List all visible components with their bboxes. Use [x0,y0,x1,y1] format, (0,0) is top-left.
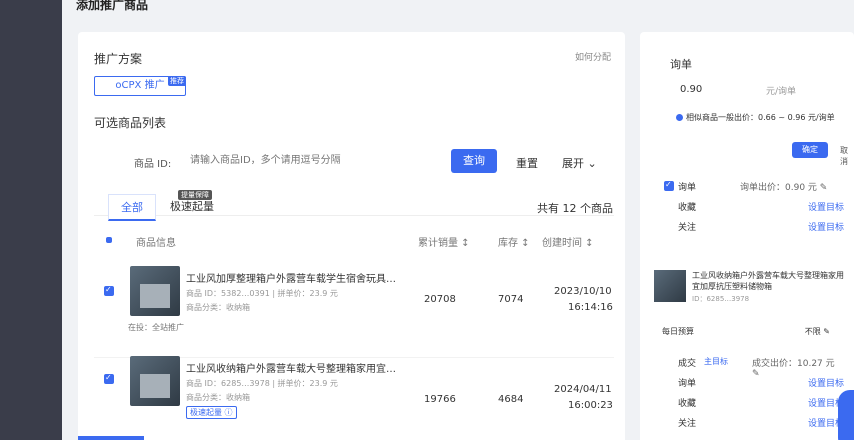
product-name: 工业风收纳箱户外露营车载大号整理箱家用宜加厚抗压塑料储物箱 [692,271,844,291]
col-created[interactable]: 创建时间 ↕ [542,234,594,249]
confirm-button[interactable]: 确定 [792,142,828,158]
goal-label: 成交 [678,359,697,369]
product-id-input[interactable] [190,150,400,170]
goal-row: 收藏 设置目标 [664,200,844,214]
goal-row: 询单 询单出价：0.90 元 ✎ [664,180,844,194]
select-all-checkbox[interactable] [106,237,112,243]
main-panel: 推广方案 如何分配 oCPX 推广 推荐 可选商品列表 商品 ID: 查询 重置… [78,32,625,440]
table-row: 工业风收纳箱户外露营车载大号整理箱家用宜… 商品 ID：6285…3978 | … [94,352,614,440]
bid-popover-title: 询单 [670,58,692,71]
promo-title: 推广方案 [94,52,143,66]
table-header: 商品信息 累计销量 ↕ 库存 ↕ 创建时间 ↕ [94,230,614,250]
goal-label: 询单 [678,183,697,193]
right-panel: 询单 0.90 元/询单 相似商品一般出价：0.66 ~ 0.96 元/询单 确… [640,32,854,440]
total-count: 共有 12 个商品 [537,202,613,215]
tab-all[interactable]: 全部 [108,194,156,221]
product-category: 商品分类：收纳箱 [186,393,250,402]
time-cell: 16:14:16 [568,302,613,313]
goal-label: 关注 [678,223,697,233]
list-title: 可选商品列表 [94,116,167,130]
set-goal-link[interactable]: 设置目标 [808,220,844,233]
query-button[interactable]: 查询 [451,149,497,173]
fast-tag: 提量保障 [178,190,212,200]
product-id: ID：6285…3978 [692,295,750,303]
ocpx-label: oCPX 推广 [115,80,165,91]
goal-row: 收藏 设置目标 [664,396,844,410]
bid-unit: 元/询单 [766,87,797,97]
goal-label: 收藏 [678,203,697,213]
product-name[interactable]: 工业风收纳箱户外露营车载大号整理箱家用宜… [186,360,396,375]
ocpx-option[interactable]: oCPX 推广 推荐 [94,76,186,96]
left-nav [0,0,62,440]
product-thumbnail [654,270,686,302]
date-cell: 2023/10/10 [554,286,612,297]
product-thumbnail [130,356,180,406]
stock-cell: 7074 [498,294,524,305]
col-sales[interactable]: 累计销量 ↕ [418,234,470,249]
set-goal-link[interactable]: 设置目标 [808,376,844,389]
goal-row: 关注 设置目标 [664,220,844,234]
tab-bar: 全部 极速起量 [94,194,614,221]
product-name[interactable]: 工业风加厚整理箱户外露营车载学生宿舍玩具… [186,270,396,285]
product-thumbnail [130,266,180,316]
goal-row: 询单 设置目标 [664,376,844,390]
budget-label: 每日预算 [662,327,694,336]
stock-cell: 4684 [498,394,524,405]
fast-badge: 极速起量 ⓘ [186,406,237,419]
bid-input[interactable]: 0.90 [680,84,702,95]
row-checkbox[interactable] [104,373,114,384]
goal-label: 收藏 [678,399,697,409]
top-bar: 添加推广商品 [62,0,854,14]
goal-label: 关注 [678,419,697,429]
product-category: 商品分类：收纳箱 [186,303,250,312]
date-cell: 2024/04/11 [554,384,612,395]
main-goal-tag: 主目标 [704,357,728,366]
search-label: 商品 ID: [134,159,172,170]
goal-row: 关注 设置目标 [664,416,844,430]
float-help-button[interactable] [838,390,854,440]
table-row: 工业风加厚整理箱户外露营车载学生宿舍玩具… 商品 ID：5382…0391 | … [94,258,614,358]
bottom-action-button[interactable] [78,436,144,440]
sales-cell: 19766 [424,394,456,405]
set-goal-link[interactable]: 设置目标 [808,200,844,213]
budget-value[interactable]: 不限 ✎ [805,326,830,337]
help-link[interactable]: 如何分配 [575,50,611,63]
page-title: 添加推广商品 [76,0,149,12]
bid-hint: 相似商品一般出价：0.66 ~ 0.96 元/询单 [676,112,835,123]
goal-label: 询单 [678,379,697,389]
product-meta: 商品 ID：6285…3978 | 拼单价：23.9 元 [186,379,338,388]
col-product: 商品信息 [136,238,176,249]
cancel-button[interactable]: 取消 [840,145,854,167]
expand-button[interactable]: 展开 ⌄ [562,155,597,171]
product-status: 在投：全站推广 [128,323,184,332]
product-meta: 商品 ID：5382…0391 | 拼单价：23.9 元 [186,289,338,298]
sales-cell: 20708 [424,294,456,305]
row-checkbox[interactable] [104,285,114,296]
goal-row: 成交 主目标 成交出价：10.27 元 ✎ [664,356,844,379]
reset-button[interactable]: 重置 [516,155,538,171]
goal-bid[interactable]: 询单出价：0.90 元 ✎ [740,180,827,193]
goal-checkbox[interactable] [664,180,674,191]
col-stock[interactable]: 库存 ↕ [498,234,530,249]
recommend-tag: 推荐 [168,76,186,86]
time-cell: 16:00:23 [568,400,613,411]
